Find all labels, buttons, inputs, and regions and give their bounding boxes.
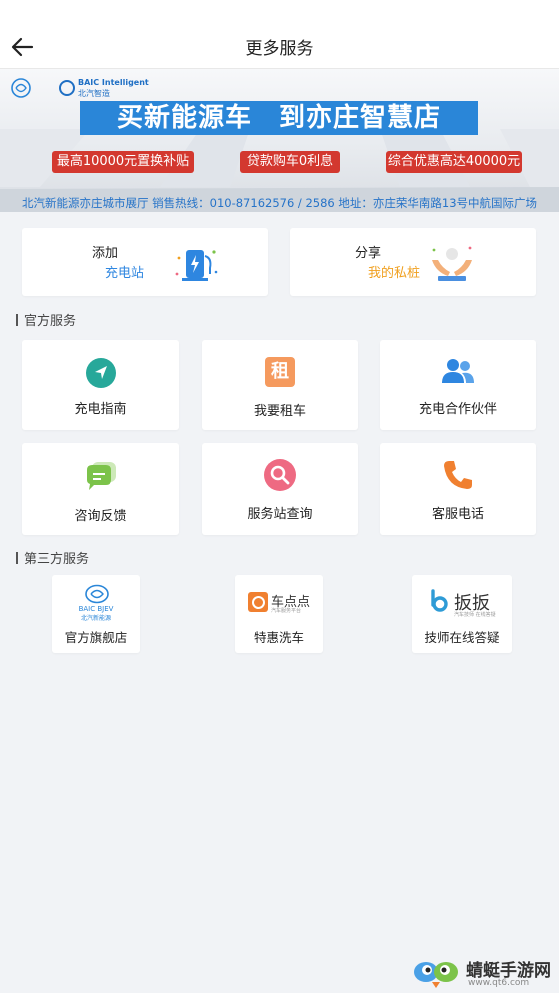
customer-service-tile[interactable]: 客服电话 — [380, 443, 536, 535]
technician-qa-label: 技师在线答疑 — [424, 630, 500, 645]
add-card-line1: 添加 — [92, 246, 119, 261]
add-charging-station-card[interactable]: 添加 充电站 — [22, 228, 268, 296]
consult-feedback-label: 咨询反馈 — [74, 509, 127, 524]
bjev-logo-subtext: 北汽新能源 — [80, 615, 111, 622]
charging-partner-tile[interactable]: 充电合作伙伴 — [380, 340, 536, 430]
share-card-line1: 分享 — [355, 246, 382, 261]
charging-guide-label: 充电指南 — [74, 402, 127, 417]
baic-logo-icon — [11, 78, 31, 98]
banner-pill-discount: 综合优惠高达40000元 — [386, 151, 522, 173]
phone-icon — [444, 461, 472, 489]
rent-car-icon: 租 — [265, 357, 295, 387]
rent-car-tile[interactable]: 租 我要租车 — [202, 340, 358, 430]
promo-banner[interactable]: BAIC Intelligent 北汽智造 买新能源车 到亦庄智慧店 最高100… — [0, 69, 559, 212]
chat-bubble-icon — [86, 462, 116, 490]
chediandian-logo-subtext: 汽车服务平台 — [271, 608, 302, 614]
share-private-charger-card[interactable]: 分享 我的私桩 — [290, 228, 536, 296]
banner-logos: BAIC Intelligent 北汽智造 — [10, 77, 149, 101]
charging-partner-label: 充电合作伙伴 — [418, 402, 497, 417]
banner-pill-trade-in: 最高10000元置换补贴 — [52, 151, 194, 173]
charging-guide-tile[interactable]: 充电指南 — [22, 340, 179, 430]
service-station-search-tile[interactable]: 服务站查询 — [202, 443, 358, 535]
share-card-line2: 我的私桩 — [368, 266, 421, 281]
third-party-services-title: 第三方服务 — [16, 548, 89, 567]
add-card-line2: 充电站 — [105, 266, 145, 281]
official-flagship-store-label: 官方旗舰店 — [64, 630, 128, 645]
official-services-title: 官方服务 — [16, 310, 76, 329]
baic-intelligent-logo-icon — [59, 80, 75, 96]
watermark-url: www.qt6.com — [468, 978, 530, 988]
official-flagship-store-tile[interactable]: BAIC BJEV 北汽新能源 官方旗舰店 — [52, 575, 140, 653]
banban-logo-icon — [431, 589, 448, 612]
charging-station-icon — [175, 250, 218, 281]
rent-car-label: 我要租车 — [253, 404, 306, 419]
customer-service-label: 客服电话 — [431, 507, 484, 522]
page-title: 更多服务 — [245, 39, 314, 59]
site-watermark: 蜻蜓手游网 www.qt6.com — [410, 952, 559, 992]
banner-footer-text: 北汽新能源亦庄城市展厅 销售热线：010-87162576 / 2586 地址：… — [21, 196, 538, 210]
chediandian-logo-icon — [248, 592, 268, 612]
partners-icon — [442, 359, 474, 383]
navigation-arrow-icon — [85, 358, 116, 388]
service-station-search-label: 服务站查询 — [247, 507, 313, 522]
banner-pill-loan: 贷款购车0利息 — [240, 151, 340, 173]
share-hands-icon — [432, 246, 472, 281]
car-wash-label: 特惠洗车 — [253, 630, 304, 645]
car-wash-tile[interactable]: 车点点 汽车服务平台 特惠洗车 — [235, 575, 323, 653]
search-icon — [264, 459, 296, 491]
baic-bjev-logo-icon — [85, 584, 109, 604]
banner-headline: 买新能源车 到亦庄智慧店 — [80, 101, 478, 135]
technician-qa-tile[interactable]: 扳扳 汽车技师 在线答疑 技师在线答疑 — [412, 575, 512, 653]
banban-logo-subtext: 汽车技师 在线答疑 — [454, 612, 496, 618]
banner-brand-cn: 北汽智造 — [78, 89, 110, 98]
banner-brand-en: BAIC Intelligent — [78, 78, 149, 87]
dragonfly-logo-icon — [414, 962, 458, 988]
top-bar: 更多服务 — [0, 0, 559, 69]
bjev-logo-text: BAIC BJEV — [78, 605, 114, 613]
consult-feedback-tile[interactable]: 咨询反馈 — [22, 443, 179, 535]
